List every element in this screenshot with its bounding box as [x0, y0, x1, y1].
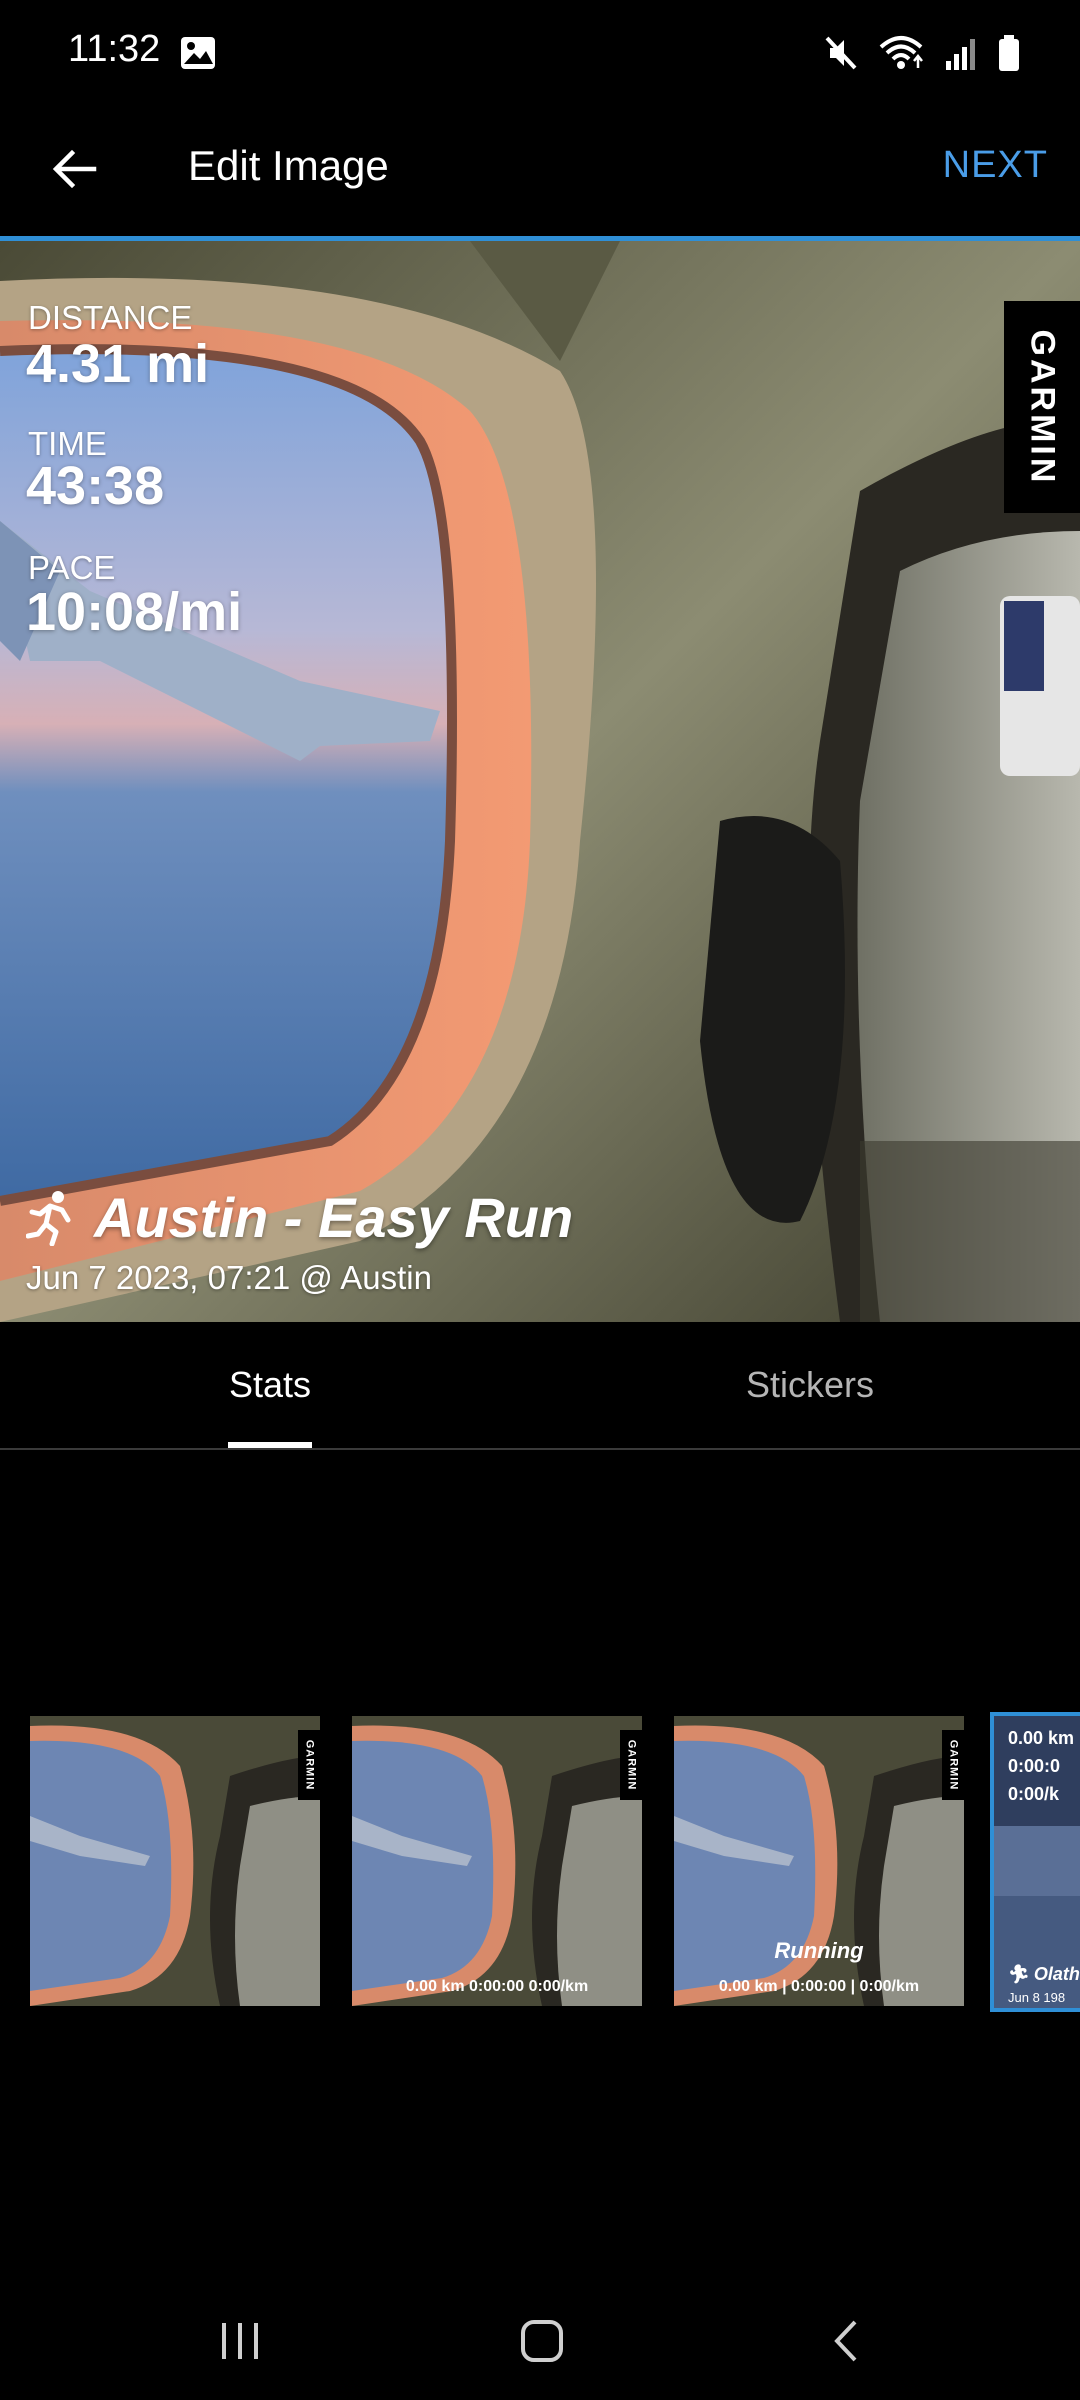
- next-button[interactable]: NEXT: [943, 144, 1048, 187]
- activity-subtitle: Jun 7 2023, 07:21 @ Austin: [26, 1259, 432, 1296]
- thumbnail-stats-text: 0.00 km 0:00:00 0:00/km: [405, 1978, 589, 1995]
- thumbnail-photo: [30, 1716, 320, 2006]
- distance-label: DISTANCE: [28, 299, 193, 336]
- running-icon: [26, 1190, 71, 1246]
- template-strip: GARMIN GARMIN 0.00 km 0:00:00 0:00/km GA…: [0, 1712, 1080, 2012]
- status-icons: [824, 30, 1020, 76]
- signal-icon: [946, 39, 975, 70]
- wifi-icon: [879, 36, 923, 69]
- pace-value: 10:08/mi: [26, 582, 243, 642]
- status-bar: 11:32: [0, 0, 1080, 106]
- thumbnail-stats-text: 0.00 km | 0:00:00 | 0:00/km: [718, 1978, 920, 1995]
- app-bar: Edit Image NEXT: [0, 106, 1080, 236]
- photo-preview[interactable]: DISTANCE 4.31 mi TIME 43:38 PACE 10:08/m…: [0, 241, 1080, 1322]
- back-icon: [834, 2320, 857, 2362]
- template-thumbnail-2[interactable]: GARMIN 0.00 km 0:00:00 0:00/km: [352, 1716, 642, 2006]
- arrow-left-icon: [52, 149, 97, 189]
- airplane-window-photo: [0, 241, 1080, 1322]
- thumbnail-photo: [352, 1716, 642, 2006]
- thumbnail-title-text: Running: [774, 1938, 864, 1963]
- recents-icon: [222, 2323, 258, 2359]
- home-button[interactable]: [502, 2306, 582, 2376]
- home-icon: [521, 2320, 563, 2362]
- tab-bar: Stats Stickers: [0, 1322, 1080, 1450]
- recents-button[interactable]: [200, 2306, 280, 2376]
- thumbnail-pace-text: 0:00/k: [1008, 1784, 1060, 1804]
- page-title: Edit Image: [188, 142, 389, 189]
- thumbnail-garmin-logo: GARMIN: [620, 1730, 642, 1800]
- thumbnail-date-text: Jun 8 198: [1008, 1990, 1066, 2005]
- back-button[interactable]: [40, 134, 110, 204]
- distance-value: 4.31 mi: [26, 334, 210, 394]
- tab-stats[interactable]: Stats: [0, 1322, 540, 1448]
- system-back-button[interactable]: [806, 2306, 886, 2376]
- mute-icon: [825, 36, 857, 70]
- thumbnail-garmin-logo: GARMIN: [298, 1730, 320, 1800]
- template-thumbnail-1[interactable]: GARMIN: [30, 1716, 320, 2006]
- thumbnail-garmin-logo: GARMIN: [942, 1730, 964, 1800]
- tab-selected-indicator: [228, 1442, 312, 1448]
- thumbnail-distance-text: 0.00 km: [1008, 1728, 1075, 1748]
- tab-stickers[interactable]: Stickers: [540, 1322, 1080, 1448]
- image-notification-icon: [181, 37, 215, 69]
- thumbnail-time-text: 0:00:0: [1008, 1756, 1061, 1776]
- garmin-logo-text: GARMIN: [1023, 329, 1062, 485]
- garmin-logo: GARMIN: [1004, 301, 1080, 513]
- time-value: 43:38: [26, 456, 165, 516]
- thumbnail-title-text: 🏃︎ Olath: [1006, 1964, 1080, 1984]
- system-nav-bar: [0, 2280, 1080, 2400]
- activity-title-row: Austin - Easy Run: [26, 1185, 573, 1250]
- template-thumbnail-4-selected[interactable]: 0.00 km 0:00:0 0:00/k 🏃︎ Olath Jun 8 198: [990, 1712, 1080, 2012]
- battery-icon: [999, 35, 1019, 71]
- template-thumbnail-3[interactable]: GARMIN Running 0.00 km | 0:00:00 | 0:00/…: [674, 1716, 964, 2006]
- status-time: 11:32: [68, 28, 161, 70]
- activity-title: Austin - Easy Run: [94, 1186, 574, 1249]
